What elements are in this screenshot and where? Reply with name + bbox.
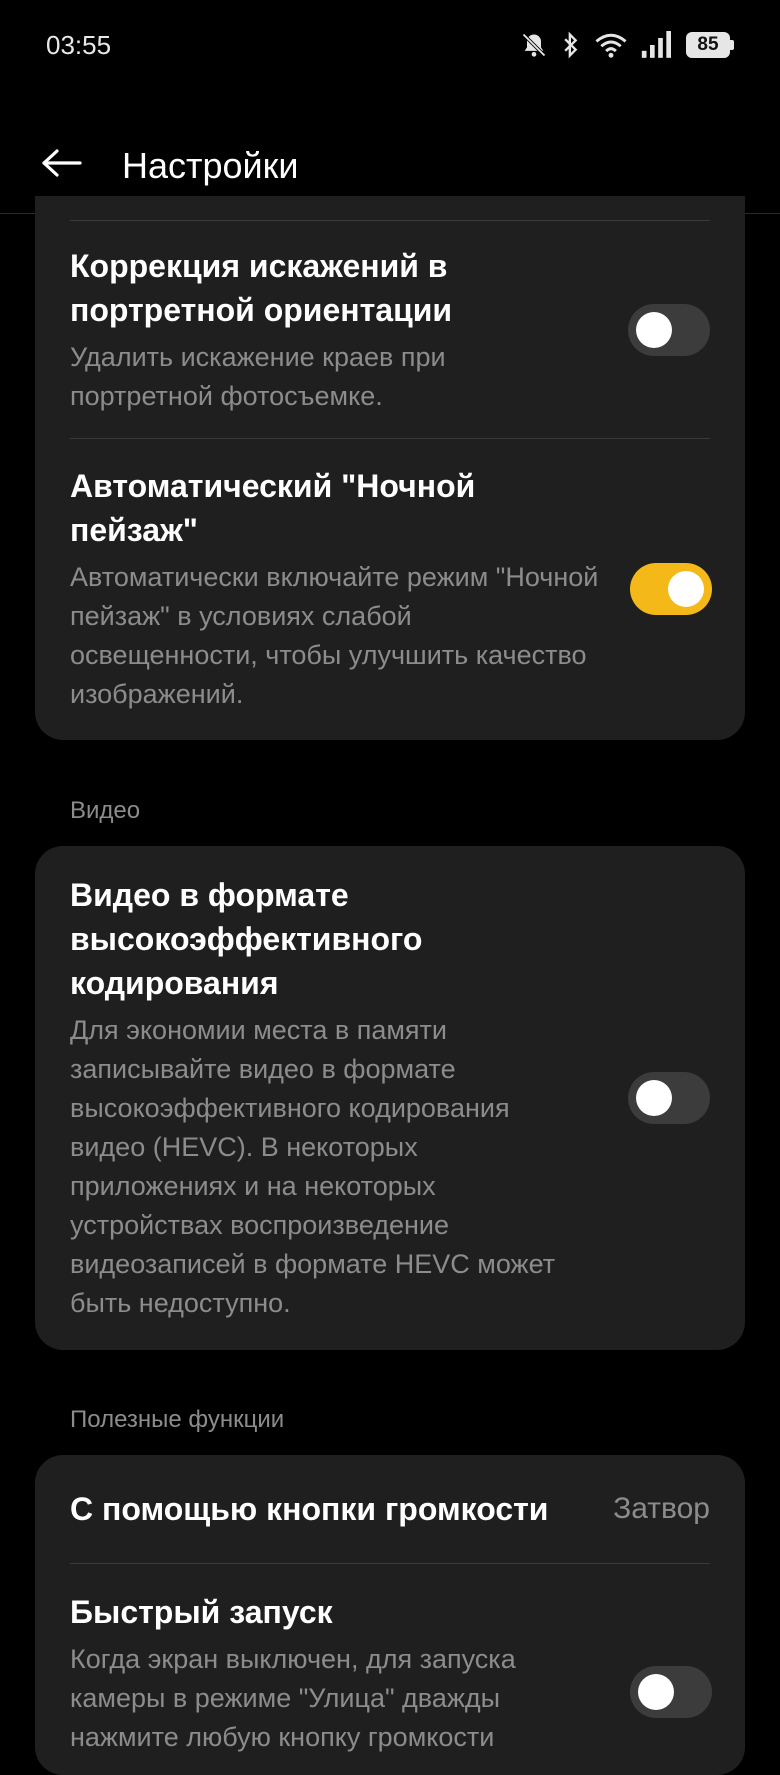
row-title: Видео в формате высокоэффективного кодир… — [70, 877, 423, 1001]
bell-off-icon — [520, 31, 548, 59]
battery-level: 85 — [686, 32, 730, 58]
row-description: Для экономии места в памяти записывайте … — [70, 1015, 556, 1318]
row-title: Автоматический "Ночной пейзаж" — [70, 467, 476, 548]
bluetooth-icon — [560, 31, 582, 59]
quick-launch-row[interactable]: Быстрый запуск Когда экран выключен, для… — [70, 1563, 712, 1775]
photo-settings-card: Коррекция искажений в портретной ориента… — [35, 196, 745, 740]
auto-night-row[interactable]: Автоматический "Ночной пейзаж" Автоматич… — [70, 438, 712, 738]
hevc-toggle[interactable] — [628, 1072, 710, 1124]
volume-button-row[interactable]: С помощью кнопки громкости Затвор — [70, 1455, 710, 1563]
row-title: Коррекция искажений в портретной ориента… — [70, 247, 453, 328]
portrait-distortion-toggle[interactable] — [628, 303, 710, 356]
page-title: Настройки — [122, 144, 299, 186]
section-header-useful: Полезные функции — [70, 1406, 285, 1433]
row-description: Автоматически включайте режим "Ночной пе… — [70, 561, 599, 709]
volume-button-value: Затвор — [613, 1492, 710, 1525]
wifi-icon — [594, 31, 628, 59]
portrait-distortion-row[interactable]: Коррекция искажений в портретной ориента… — [70, 220, 710, 438]
section-header-video: Видео — [70, 797, 141, 824]
row-title: С помощью кнопки громкости — [70, 1491, 549, 1527]
row-description: Когда экран выключен, для запуска камеры… — [70, 1644, 516, 1752]
video-settings-card: Видео в формате высокоэффективного кодир… — [35, 846, 745, 1350]
row-title: Быстрый запуск — [70, 1594, 333, 1630]
status-icons: 85 — [520, 31, 734, 59]
signal-icon — [640, 31, 674, 59]
row-description: Удалить искажение краев при портретной ф… — [70, 341, 446, 411]
quick-launch-toggle[interactable] — [630, 1666, 712, 1718]
status-bar: 03:55 85 — [0, 0, 780, 90]
arrow-left-icon — [40, 148, 82, 183]
auto-night-toggle[interactable] — [630, 562, 712, 615]
status-time: 03:55 — [46, 29, 112, 60]
battery-icon: 85 — [686, 32, 734, 58]
hevc-row[interactable]: Видео в формате высокоэффективного кодир… — [70, 846, 710, 1350]
useful-settings-card: С помощью кнопки громкости Затвор Быстры… — [35, 1455, 745, 1775]
